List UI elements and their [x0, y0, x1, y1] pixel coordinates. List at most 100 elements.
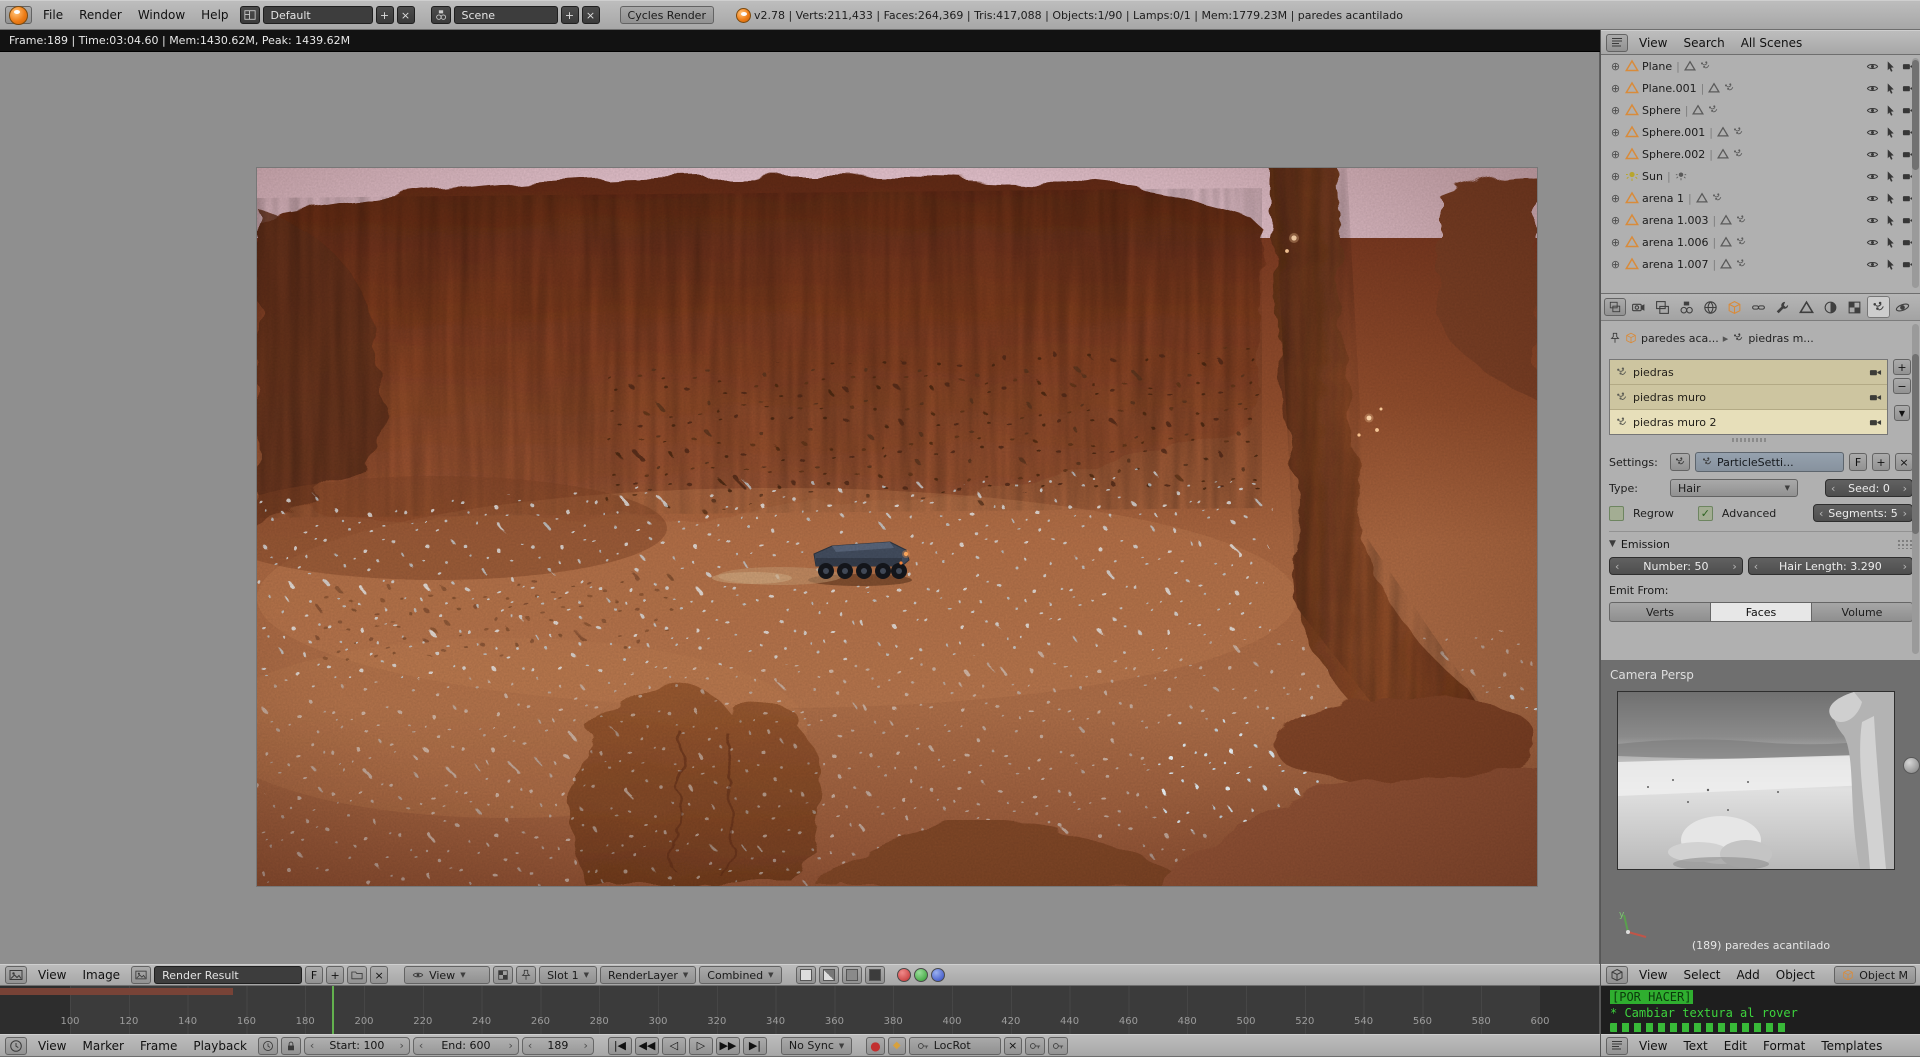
selectability-toggle-icon[interactable]: [1884, 236, 1897, 249]
play-reverse-button[interactable]: ◁: [662, 1037, 686, 1055]
menu-object[interactable]: Object: [1768, 966, 1823, 984]
emit-verts-button[interactable]: Verts: [1609, 602, 1711, 622]
particle-settings-browse-button[interactable]: [1670, 453, 1690, 471]
pivot-button[interactable]: [493, 966, 513, 984]
add-particle-system-button[interactable]: +: [1893, 359, 1910, 375]
menu-view[interactable]: View: [30, 966, 74, 984]
expand-icon[interactable]: ⊕: [1609, 148, 1622, 161]
breadcrumb-data[interactable]: piedras m...: [1748, 332, 1813, 345]
particle-system-item[interactable]: piedras muro 2: [1610, 410, 1887, 435]
render-layer-select[interactable]: RenderLayer▼: [600, 966, 696, 984]
decrement-icon[interactable]: ‹: [1817, 507, 1825, 520]
keying-options-button[interactable]: ◆: [888, 1037, 906, 1055]
increment-icon[interactable]: ›: [582, 1039, 590, 1052]
particle-type-select[interactable]: Hair ▼: [1670, 479, 1798, 497]
expand-icon[interactable]: ⊕: [1609, 104, 1622, 117]
render-toggle-icon[interactable]: [1869, 366, 1882, 379]
new-settings-button[interactable]: +: [1872, 453, 1890, 471]
menu-help[interactable]: Help: [193, 6, 236, 24]
segments-field[interactable]: ‹ Segments: 5 ›: [1813, 504, 1913, 522]
visibility-toggle-icon[interactable]: [1866, 170, 1879, 183]
outliner-item[interactable]: ⊕arena 1.006|: [1601, 231, 1920, 253]
image-editor-area[interactable]: [0, 52, 1600, 964]
selectability-toggle-icon[interactable]: [1884, 258, 1897, 271]
expand-icon[interactable]: ⊕: [1609, 82, 1622, 95]
editor-type-button[interactable]: [5, 1037, 27, 1055]
previous-keyframe-button[interactable]: ◀◀: [635, 1037, 659, 1055]
timeline-ruler[interactable]: 1001201401601802002202402602803003203403…: [0, 986, 1600, 1034]
scene-browse-button[interactable]: [431, 6, 451, 24]
expand-icon[interactable]: ⊕: [1609, 170, 1622, 183]
blender-menu-button[interactable]: [5, 6, 32, 24]
selectability-toggle-icon[interactable]: [1884, 148, 1897, 161]
auto-keyframe-button[interactable]: ●: [866, 1037, 884, 1055]
tab-scene[interactable]: [1675, 296, 1698, 318]
advanced-checkbox[interactable]: ✓: [1698, 506, 1713, 521]
increment-icon[interactable]: ›: [1901, 507, 1909, 520]
screen-layout-name-field[interactable]: Default: [263, 6, 373, 24]
outliner-item[interactable]: ⊕arena 1.003|: [1601, 209, 1920, 231]
editor-type-button[interactable]: [1606, 1037, 1628, 1055]
menu-all-scenes[interactable]: All Scenes: [1733, 34, 1811, 52]
viewport-3d[interactable]: Camera Persp: [1601, 661, 1920, 964]
render-pass-select[interactable]: Combined▼: [699, 966, 781, 984]
decrement-icon[interactable]: ‹: [1613, 560, 1621, 573]
open-image-button[interactable]: [347, 966, 367, 984]
menu-select[interactable]: Select: [1675, 966, 1728, 984]
outliner-item[interactable]: ⊕Sun|: [1601, 165, 1920, 187]
tab-physics[interactable]: [1891, 296, 1914, 318]
selectability-toggle-icon[interactable]: [1884, 170, 1897, 183]
outliner-item[interactable]: ⊕Plane|: [1601, 55, 1920, 77]
menu-search[interactable]: Search: [1675, 34, 1732, 52]
tab-render[interactable]: [1627, 296, 1650, 318]
menu-render[interactable]: Render: [71, 6, 130, 24]
selectability-toggle-icon[interactable]: [1884, 192, 1897, 205]
menu-format[interactable]: Format: [1755, 1037, 1813, 1055]
tab-constraints[interactable]: [1747, 296, 1770, 318]
menu-view[interactable]: View: [30, 1037, 74, 1055]
play-button[interactable]: ▷: [689, 1037, 713, 1055]
unlink-image-button[interactable]: ×: [370, 966, 388, 984]
channel-color-alpha-button[interactable]: [819, 966, 839, 984]
panel-grip-icon[interactable]: [1897, 539, 1913, 549]
menu-text[interactable]: Text: [1675, 1037, 1715, 1055]
insert-keyframe-button[interactable]: [1025, 1037, 1045, 1055]
new-image-button[interactable]: +: [326, 966, 344, 984]
editor-type-button[interactable]: [1604, 298, 1626, 316]
screen-layout-browse-button[interactable]: [240, 6, 260, 24]
delete-screen-layout-button[interactable]: ×: [397, 6, 415, 24]
properties-scrollbar[interactable]: [1912, 324, 1919, 654]
start-frame-field[interactable]: ‹ Start: 100 ›: [304, 1037, 410, 1055]
visibility-toggle-icon[interactable]: [1866, 258, 1879, 271]
increment-icon[interactable]: ›: [1901, 482, 1909, 495]
active-keying-set-select[interactable]: LocRot: [909, 1037, 1001, 1055]
pin-icon[interactable]: [1609, 332, 1621, 344]
outliner-item[interactable]: ⊕Plane.001|: [1601, 77, 1920, 99]
selectability-toggle-icon[interactable]: [1884, 126, 1897, 139]
jump-to-end-button[interactable]: ▶|: [743, 1037, 767, 1055]
outliner-item[interactable]: ⊕Sphere.001|: [1601, 121, 1920, 143]
unlink-settings-button[interactable]: ×: [1895, 453, 1913, 471]
tab-world[interactable]: [1699, 296, 1722, 318]
menu-marker[interactable]: Marker: [74, 1037, 131, 1055]
menu-image[interactable]: Image: [74, 966, 128, 984]
menu-edit[interactable]: Edit: [1716, 1037, 1755, 1055]
selectability-toggle-icon[interactable]: [1884, 82, 1897, 95]
menu-templates[interactable]: Templates: [1813, 1037, 1890, 1055]
clear-keying-set-button[interactable]: ×: [1004, 1037, 1022, 1055]
snap-button[interactable]: [516, 966, 536, 984]
blue-channel-icon[interactable]: [931, 968, 945, 982]
tab-object-data[interactable]: [1795, 296, 1818, 318]
outliner-item[interactable]: ⊕arena 1.007|: [1601, 253, 1920, 275]
particle-system-item[interactable]: piedras: [1610, 360, 1887, 385]
visibility-toggle-icon[interactable]: [1866, 192, 1879, 205]
render-engine-select[interactable]: Cycles Render: [620, 6, 714, 24]
regrow-checkbox[interactable]: [1609, 506, 1624, 521]
menu-frame[interactable]: Frame: [132, 1037, 185, 1055]
hair-length-field[interactable]: ‹ Hair Length: 3.290 ›: [1748, 557, 1913, 575]
render-toggle-icon[interactable]: [1869, 391, 1882, 404]
decrement-icon[interactable]: ‹: [308, 1039, 316, 1052]
list-resize-grip[interactable]: [1732, 438, 1766, 442]
seed-field[interactable]: ‹ Seed: 0 ›: [1825, 479, 1913, 497]
channel-z-button[interactable]: [865, 966, 885, 984]
